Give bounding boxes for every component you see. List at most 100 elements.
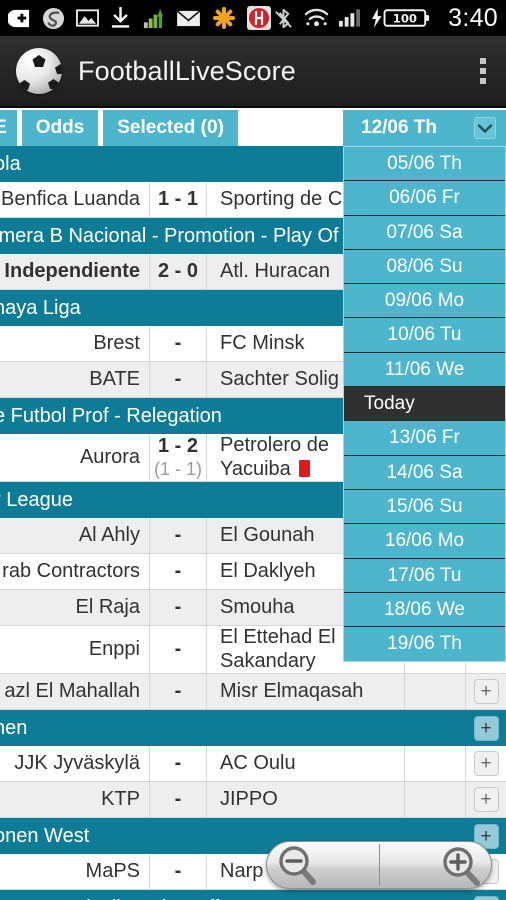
add-icon[interactable]: + — [473, 895, 499, 900]
signal-boost-icon — [142, 7, 165, 30]
home-team: BATE — [0, 362, 150, 397]
date-option[interactable]: Today — [344, 387, 505, 422]
home-team: Independiente — [0, 254, 150, 289]
odds-cell — [405, 746, 466, 781]
date-option[interactable]: 19/06 Th — [344, 627, 505, 662]
chevron-down-icon[interactable] — [474, 117, 496, 139]
zoom-controls[interactable] — [266, 841, 492, 889]
wifi-icon — [304, 8, 329, 28]
score-main: - — [174, 638, 182, 660]
league-name: onen West — [0, 824, 90, 847]
score-main: - — [174, 524, 182, 546]
tab-selected[interactable]: Selected (0) — [103, 110, 238, 146]
away-team-line2: Yacuiba — [220, 458, 329, 481]
overflow-menu-icon[interactable] — [474, 50, 492, 92]
date-option[interactable]: 17/06 Tu — [344, 558, 505, 593]
score-cell: 2 - 0 — [150, 254, 207, 289]
home-team: rab Contractors — [0, 554, 150, 589]
date-selector-value: 12/06 Th — [361, 117, 438, 138]
table-row[interactable]: azl El Mahallah - Misr Elmaqasah + — [0, 674, 506, 710]
add-icon[interactable]: + — [473, 751, 499, 776]
tab-odds[interactable]: Odds — [21, 110, 99, 146]
date-option[interactable]: 08/06 Su — [344, 249, 505, 285]
action-bar: FootballLiveScore — [0, 36, 506, 108]
zoom-in-icon — [437, 842, 483, 888]
bluetooth-off-icon — [272, 7, 295, 30]
score-cell: 1 - 2 (1 - 1) — [150, 434, 207, 481]
score-main: - — [174, 332, 182, 354]
match-add-cell[interactable]: + — [466, 746, 506, 781]
add-icon[interactable]: + — [473, 679, 499, 704]
table-row[interactable]: KTP - JIPPO + — [0, 782, 506, 818]
download-icon — [110, 6, 131, 30]
score-cell: - — [150, 590, 207, 625]
tab-live[interactable]: E — [0, 110, 17, 146]
score-cell: - — [150, 782, 207, 817]
date-option[interactable]: 16/06 Mo — [344, 524, 505, 559]
asterisk-icon — [212, 6, 236, 30]
home-team: JJK Jyväskylä — [0, 746, 150, 781]
score-main: - — [174, 752, 182, 774]
league-name: ieren Bundesliga Play Offs — [0, 897, 229, 900]
league-header-row[interactable]: nen + — [0, 710, 506, 746]
charging-battery-icon: 100 — [370, 7, 432, 29]
away-team: AC Oulu — [207, 746, 405, 781]
date-option[interactable]: 05/06 Th — [344, 147, 505, 182]
date-option[interactable]: 07/06 Sa — [344, 215, 505, 250]
home-team: Enppi — [0, 626, 150, 673]
date-option[interactable]: 15/06 Su — [344, 489, 505, 525]
odds-cell — [405, 782, 466, 817]
score-cell: - — [150, 554, 207, 589]
gallery-icon — [76, 8, 99, 28]
score-main: - — [174, 596, 182, 618]
date-dropdown-list[interactable]: 05/06 Th 06/06 Fr 07/06 Sa 08/06 Su 09/06 Mo… — [343, 146, 506, 663]
red-card-icon — [298, 460, 310, 477]
zoom-in-button[interactable] — [380, 842, 492, 888]
score-main: 1 - 2 — [157, 435, 199, 457]
plus-badge-icon — [8, 7, 31, 30]
home-team: El Raja — [0, 590, 150, 625]
score-halftime: (1 - 1) — [153, 459, 202, 479]
h-app-icon — [247, 6, 271, 30]
league-header-row[interactable]: ieren Bundesliga Play Offs + — [0, 890, 506, 900]
league-add-cell[interactable]: + — [466, 710, 506, 746]
home-team: KTP — [0, 782, 150, 817]
league-name: nen — [0, 716, 28, 739]
score-cell: - — [150, 854, 207, 889]
home-team: azl El Mahallah — [0, 674, 150, 709]
match-add-cell[interactable]: + — [466, 674, 506, 709]
date-option[interactable]: 06/06 Fr — [344, 181, 505, 216]
score-main: - — [174, 560, 182, 582]
home-team: Aurora — [0, 434, 150, 481]
add-icon[interactable]: + — [473, 787, 499, 812]
score-cell: - — [150, 674, 207, 709]
date-option[interactable]: 11/06 We — [344, 352, 505, 388]
table-row[interactable]: JJK Jyväskylä - AC Oulu + — [0, 746, 506, 782]
league-name: imera B Nacional - Promotion - Play Of — [0, 224, 339, 247]
add-icon[interactable]: + — [473, 715, 499, 741]
league-name: haya Liga — [0, 296, 81, 319]
date-option[interactable]: 09/06 Mo — [344, 284, 505, 319]
mail-icon — [176, 9, 201, 28]
score-cell: - — [150, 326, 207, 361]
zoom-out-icon — [275, 842, 321, 888]
score-main: - — [174, 788, 182, 810]
s-logo-icon — [42, 7, 65, 30]
date-option[interactable]: 18/06 We — [344, 592, 505, 628]
date-selector-button[interactable]: 12/06 Th — [343, 110, 506, 146]
score-cell: 1 - 1 — [150, 182, 207, 217]
score-main: - — [174, 368, 182, 390]
date-option[interactable]: 10/06 Tu — [344, 318, 505, 353]
score-main: 2 - 0 — [157, 260, 199, 282]
home-team: Al Ahly — [0, 518, 150, 553]
zoom-out-button[interactable] — [267, 842, 379, 888]
score-cell: - — [150, 362, 207, 397]
away-team: JIPPO — [207, 782, 405, 817]
home-team: MaPS — [0, 854, 150, 889]
date-option[interactable]: 13/06 Fr — [344, 421, 505, 456]
league-add-cell[interactable]: + — [466, 890, 506, 900]
away-team-line2: Sakandary — [220, 650, 316, 672]
status-bar-clock: 3:40 — [448, 3, 498, 32]
match-add-cell[interactable]: + — [466, 782, 506, 817]
date-option[interactable]: 14/06 Sa — [344, 455, 505, 490]
